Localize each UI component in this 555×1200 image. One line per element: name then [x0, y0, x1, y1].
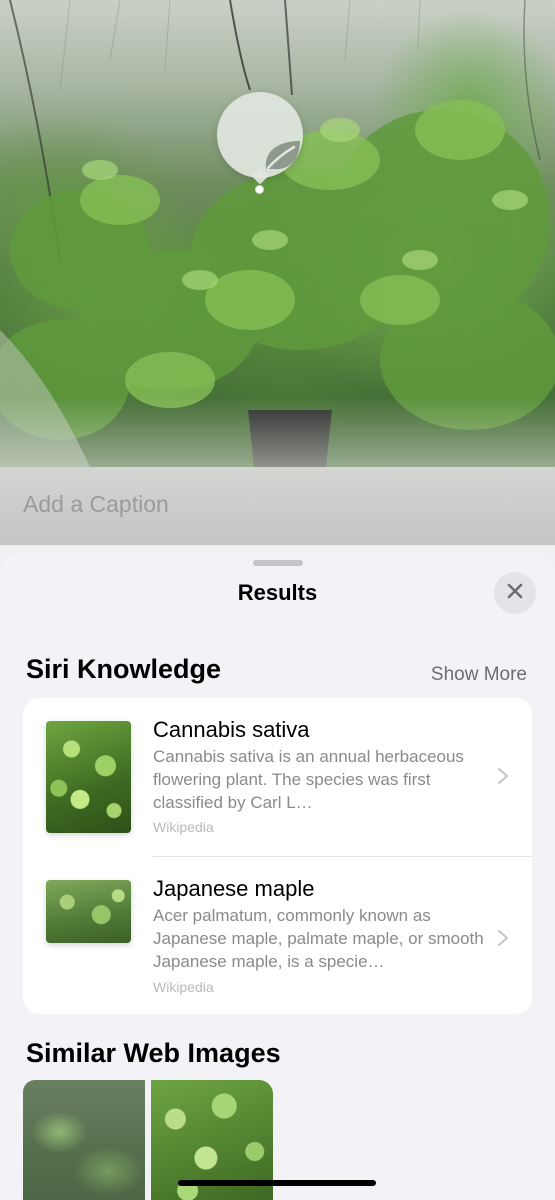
similar-web-image[interactable]	[23, 1080, 145, 1200]
result-item-cannabis-sativa[interactable]: Cannabis sativa Cannabis sativa is an an…	[23, 698, 532, 856]
result-source: Wikipedia	[153, 979, 214, 995]
result-item-japanese-maple[interactable]: Japanese maple Acer palmatum, commonly k…	[23, 856, 532, 1014]
close-icon	[506, 582, 524, 605]
siri-knowledge-card: Cannabis sativa Cannabis sativa is an an…	[23, 698, 532, 1014]
chevron-right-icon	[496, 766, 510, 786]
lookup-anchor-dot	[255, 185, 264, 194]
sheet-title: Results	[237, 580, 318, 605]
similar-web-images-title: Similar Web Images	[26, 1038, 281, 1068]
caption-input[interactable]: Add a Caption	[23, 491, 169, 518]
result-title: Cannabis sativa	[153, 717, 310, 742]
result-description: Cannabis sativa is an annual herbaceous …	[153, 747, 464, 812]
photo-view[interactable]	[0, 0, 555, 467]
home-indicator[interactable]	[178, 1180, 376, 1186]
results-sheet: Results Siri Knowledge Show More Cannabi…	[0, 552, 555, 1200]
siri-knowledge-title: Siri Knowledge	[26, 654, 222, 684]
close-button[interactable]	[494, 572, 536, 614]
result-description: Acer palmatum, commonly known as Japanes…	[153, 906, 484, 971]
caption-bar: Add a Caption	[0, 467, 555, 545]
result-title: Japanese maple	[153, 876, 315, 901]
floor	[0, 397, 555, 467]
result-thumbnail	[46, 880, 131, 943]
show-more-link[interactable]: Show More	[431, 664, 527, 686]
result-source: Wikipedia	[153, 819, 214, 835]
sheet-grabber[interactable]	[253, 560, 303, 566]
chevron-right-icon	[496, 928, 510, 948]
result-thumbnail	[46, 721, 131, 833]
visual-lookup-button[interactable]	[217, 92, 303, 185]
